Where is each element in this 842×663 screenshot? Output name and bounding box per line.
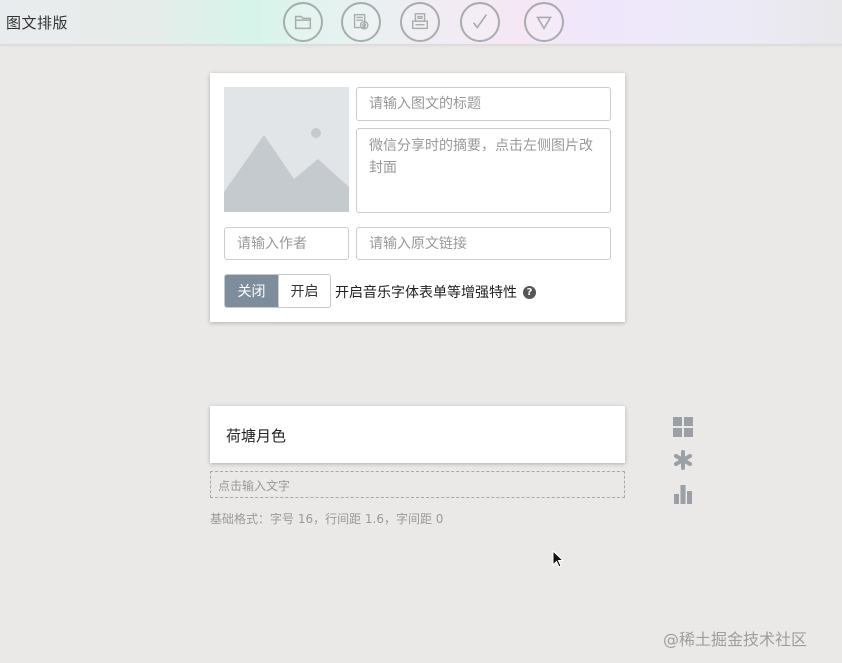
toggle-off-button[interactable]: 关闭 [225,275,278,307]
title-input[interactable]: 请输入图文的标题 [356,87,611,121]
confirm-button[interactable] [460,2,500,42]
summary-input[interactable]: 微信分享时的摘要，点击左侧图片改封面 [356,128,611,213]
enhance-feature-label: 开启音乐字体表单等增强特性 ? [335,282,536,302]
check-icon [472,14,488,29]
more-button[interactable] [524,2,564,42]
author-input[interactable]: 请输入作者 [224,227,349,260]
article-meta-card: 请输入图文的标题 微信分享时的摘要，点击左侧图片改封面 请输入作者 请输入原文链… [210,73,625,322]
source-link-input[interactable]: 请输入原文链接 [356,227,611,260]
special-symbol-button[interactable] [672,449,694,471]
watermark: @稀土掘金技术社区 [663,630,808,649]
bar-chart-icon [674,485,692,504]
mouse-cursor-icon [552,550,564,568]
text-entry-area[interactable]: 点击输入文字 [210,471,625,498]
paragraph-text: 荷塘月色 [226,427,287,445]
print-button[interactable] [400,2,440,42]
folder-icon [294,15,312,30]
preview-button[interactable] [341,2,381,42]
base-format-info: 基础格式：字号 16，行间距 1.6，字间距 0 [210,512,444,526]
asterisk-icon [674,450,692,470]
preview-icon [353,13,369,30]
dropdown-triangle-icon [536,16,552,31]
top-toolbar: 图文排版 [0,0,842,45]
open-folder-button[interactable] [283,2,323,42]
enhance-feature-text: 开启音乐字体表单等增强特性 [335,285,517,301]
paragraph-block[interactable]: 荷塘月色 [210,406,625,463]
app-title: 图文排版 [6,14,69,32]
question-circle-icon[interactable]: ? [523,285,536,299]
print-icon [411,13,429,30]
cover-image[interactable] [224,87,349,212]
layout-grid-button[interactable] [672,416,694,438]
image-placeholder-icon [224,87,349,212]
chart-button[interactable] [672,483,694,505]
enhance-toggle: 关闭 开启 [224,274,331,308]
toggle-on-button[interactable]: 开启 [278,275,330,307]
grid-icon [673,417,693,437]
